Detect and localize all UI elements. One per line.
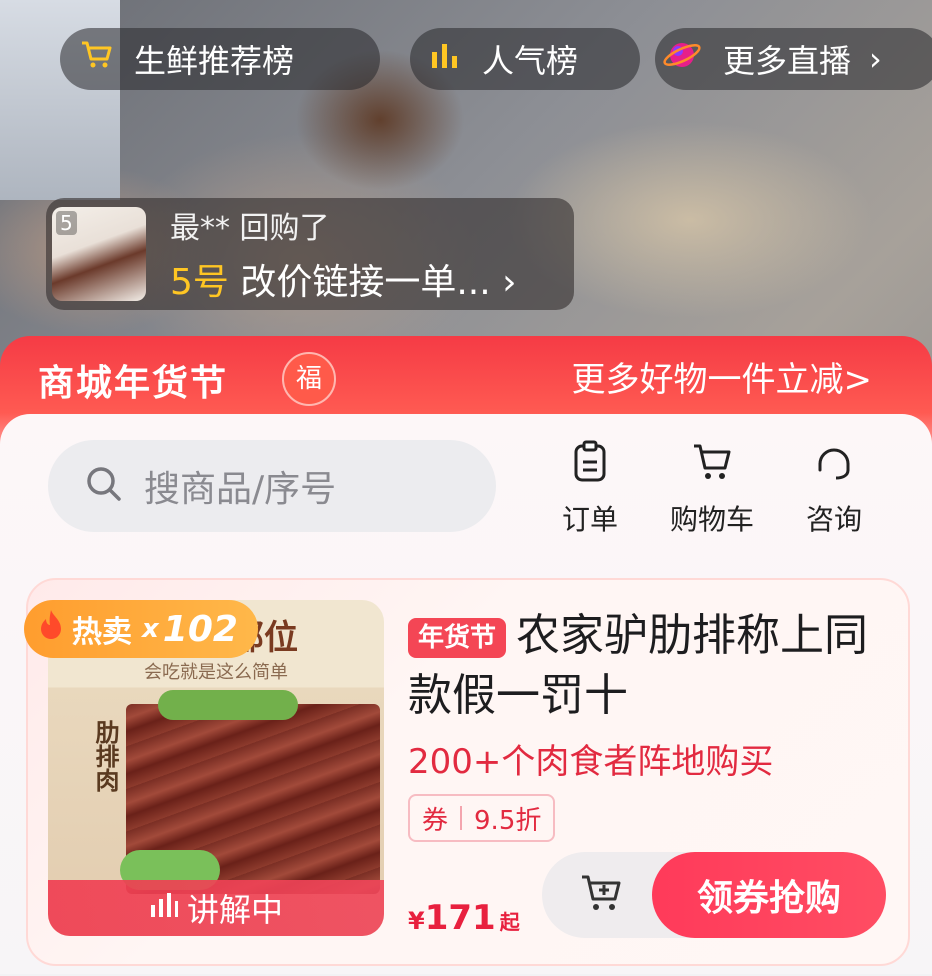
search-icon [84,464,124,508]
cart-button[interactable]: 购物车 [670,440,754,538]
hot-count: 102 [162,608,238,650]
headset-icon [812,440,856,488]
flame-icon [36,608,66,650]
bar-chart-icon [428,38,462,80]
more-live-label: 更多直播 [723,42,852,80]
clipboard-icon [570,440,610,488]
chevron-right-icon: › [502,262,517,303]
fu-badge-icon: 福 [282,352,336,406]
order-label: 订单 [562,503,619,536]
cart-label: 购物车 [670,503,755,536]
hot-sale-badge: 热卖 x 102 [24,600,258,658]
lettuce-photo [158,690,298,720]
festival-tag: 年货节 [408,618,507,658]
fresh-rank-button[interactable]: 生鲜推荐榜 [60,28,380,90]
popular-rank-button[interactable]: 人气榜 [410,28,640,90]
hot-x: x [142,614,159,644]
explaining-label: 讲解中 [186,891,283,929]
fresh-rank-label: 生鲜推荐榜 [134,42,295,80]
chevron-right-icon: › [869,40,882,78]
order-button[interactable]: 订单 [562,440,618,538]
product-title-block[interactable]: 年货节 农家驴肋排称上同款假一罚十 [408,606,888,726]
image-vertical-label: 肋排肉 [91,720,119,792]
search-input[interactable]: 搜商品/序号 [48,440,496,532]
explaining-bar: 讲解中 [48,880,384,936]
price-currency: ¥ [408,907,425,935]
cart-icon [690,440,734,488]
coupon-value: 9.5折 [474,805,542,836]
planet-icon [661,34,703,84]
consult-label: 咨询 [806,503,863,536]
image-subtitle: 会吃就是这么简单 [144,662,288,683]
buyers-count: 200+个肉食者阵地购买 [408,742,774,782]
product-price: ¥171 起 [408,898,520,938]
buyer-line: 最** 回购了 [170,211,330,246]
consult-button[interactable]: 咨询 [806,440,862,538]
search-placeholder: 搜商品/序号 [144,469,337,510]
product-link-text: 改价链接一单... [240,262,491,303]
product-number: 5号 [170,262,229,303]
thumbnail-number: 5 [56,211,77,235]
festival-title: 商城年货节 [38,363,229,404]
more-live-button[interactable]: 更多直播 › [655,28,932,90]
more-deals-link[interactable]: 更多好物一件立减> [572,352,873,401]
cart-plus-icon [578,871,626,919]
product-thumbnail: 5 [52,207,146,301]
claim-coupon-buy-button[interactable]: 领券抢购 [652,852,886,938]
price-suffix: 起 [499,910,520,934]
coupon-badge: 券 9.5折 [408,794,556,842]
popular-rank-label: 人气榜 [482,42,579,80]
coupon-divider [460,806,463,830]
cart-icon [78,37,114,81]
price-amount: 171 [424,898,496,938]
coupon-label: 券 [422,805,449,836]
sound-wave-icon [149,889,179,927]
purchase-notification[interactable]: 5 最** 回购了 5号 改价链接一单... › [46,198,574,310]
hot-label: 热卖 [72,615,132,650]
